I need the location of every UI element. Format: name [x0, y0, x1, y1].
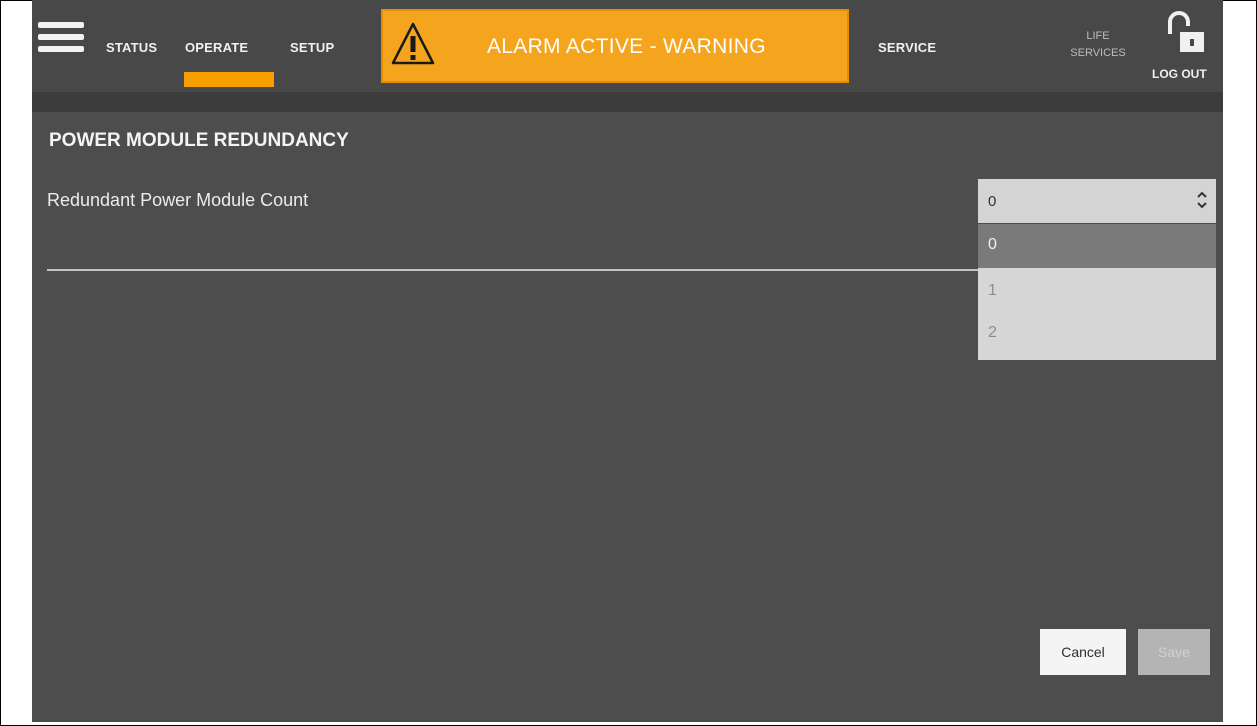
life-services-label-line2: SERVICES — [1070, 47, 1126, 59]
tab-status[interactable]: STATUS — [106, 40, 157, 55]
life-services-label-line1: LIFE — [1086, 30, 1110, 42]
dropdown-option-0[interactable]: 0 — [978, 224, 1216, 268]
select-value: 0 — [988, 193, 997, 210]
dropdown-option-1[interactable]: 1 — [978, 270, 1216, 314]
divider — [47, 269, 979, 271]
alarm-banner[interactable]: ALARM ACTIVE - WARNING — [381, 9, 849, 83]
redundant-count-dropdown: 0 1 2 — [978, 224, 1216, 360]
tab-service[interactable]: SERVICE — [878, 40, 936, 55]
page-title: POWER MODULE REDUNDANCY — [49, 130, 349, 151]
save-button[interactable]: Save — [1138, 629, 1210, 675]
dropdown-option-2[interactable]: 2 — [978, 312, 1216, 356]
option-label: 1 — [988, 282, 997, 299]
active-tab-indicator — [184, 72, 274, 87]
updown-chevron-icon — [1197, 191, 1207, 209]
alarm-text: ALARM ACTIVE - WARNING — [487, 35, 766, 58]
option-label: 2 — [988, 324, 997, 341]
logout-button[interactable]: LOG OUT — [1152, 67, 1207, 81]
unlock-icon[interactable] — [1166, 8, 1206, 54]
cancel-button[interactable]: Cancel — [1040, 629, 1126, 675]
warning-triangle-icon — [391, 22, 435, 65]
tab-life-services[interactable]: LIFE SERVICES — [1056, 28, 1140, 62]
top-navigation-bar: STATUS OPERATE SETUP ALARM ACTIVE - WARN… — [32, 0, 1223, 92]
redundant-count-label: Redundant Power Module Count — [47, 190, 309, 210]
power-module-redundancy-panel: POWER MODULE REDUNDANCY Redundant Power … — [32, 112, 1223, 722]
tab-operate[interactable]: OPERATE — [185, 40, 248, 55]
tab-setup[interactable]: SETUP — [290, 40, 334, 55]
device-screen: STATUS OPERATE SETUP ALARM ACTIVE - WARN… — [32, 0, 1223, 722]
option-label: 0 — [988, 236, 997, 253]
menu-icon[interactable] — [38, 22, 84, 60]
redundant-count-select[interactable]: 0 — [978, 179, 1216, 223]
